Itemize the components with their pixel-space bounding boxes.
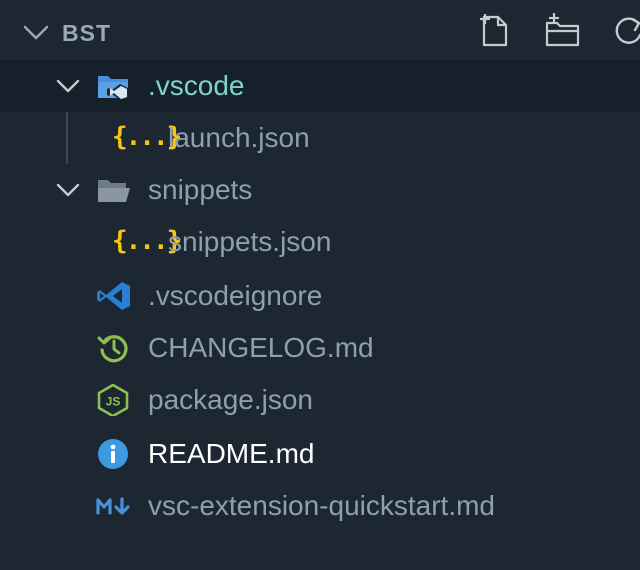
folder-vscode-icon (98, 76, 128, 100)
tree-item-label: snippets (148, 174, 253, 205)
tree-item-vscodeignore[interactable]: .vscodeignore (0, 270, 640, 322)
tree-item-snippets-folder[interactable]: snippets (0, 164, 640, 216)
chevron-down-icon[interactable] (54, 74, 82, 98)
tree-item-label: .vscodeignore (148, 280, 323, 311)
file-explorer: BST .vscode {...} launch.json snippets {… (0, 0, 640, 570)
folder-open-icon (98, 180, 130, 202)
tree-item-quickstart[interactable]: vsc-extension-quickstart.md (0, 480, 640, 532)
svg-text:JS: JS (106, 395, 121, 409)
nodejs-icon: JS (97, 384, 129, 416)
explorer-section-header[interactable]: BST (0, 0, 640, 60)
json-icon: {...} (112, 226, 182, 256)
tree-item-launch-json[interactable]: {...} launch.json (0, 112, 640, 164)
tree-item-vscode-folder[interactable]: .vscode (0, 60, 640, 112)
chevron-down-icon[interactable] (54, 178, 82, 202)
json-icon: {...} (112, 122, 182, 152)
tree-item-label: vsc-extension-quickstart.md (148, 490, 496, 521)
tree-item-snippets-json[interactable]: {...} snippets.json (0, 216, 640, 268)
history-icon (97, 335, 128, 363)
refresh-icon[interactable] (608, 11, 640, 51)
tree-item-label: .vscode (148, 70, 245, 101)
tree-item-package-json[interactable]: JS package.json (0, 374, 640, 426)
tree-item-label: package.json (148, 384, 314, 415)
tree-item-changelog[interactable]: CHANGELOG.md (0, 322, 640, 374)
section-title: BST (62, 20, 111, 46)
new-file-icon[interactable] (474, 11, 514, 51)
tree-item-label: launch.json (168, 122, 310, 153)
tree-item-label: README.md (148, 438, 315, 469)
info-icon (98, 439, 128, 469)
tree-item-readme[interactable]: README.md (0, 428, 640, 480)
tree-item-label: CHANGELOG.md (148, 332, 374, 363)
new-folder-icon[interactable] (543, 11, 583, 51)
vscode-logo-icon (97, 282, 130, 310)
tree-item-label: snippets.json (168, 226, 332, 257)
chevron-down-icon[interactable] (22, 22, 50, 44)
markdown-icon (96, 497, 130, 515)
